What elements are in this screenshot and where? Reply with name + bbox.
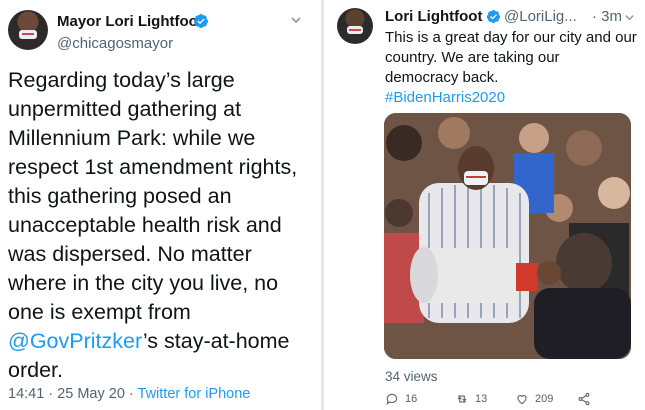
retweet-icon (457, 395, 467, 403)
author-handle[interactable]: @chicagosmayor (57, 35, 173, 52)
left-tweet: Mayor Lori Lightfoot @chicagosmayor Rega… (0, 0, 318, 410)
reply-icon (386, 393, 398, 405)
right-tweet: Lori Lightfoot @LoriLig... · 3m This is … (324, 0, 645, 410)
hashtag-link[interactable]: #BidenHarris2020 (385, 88, 637, 108)
retweet-count: 13 (475, 393, 488, 405)
share-button[interactable] (577, 392, 591, 406)
action-bar: 16 13 209 (385, 392, 635, 410)
tweet-text-part: Regarding today’s large unpermitted gath… (8, 68, 298, 324)
avatar[interactable] (8, 10, 48, 50)
view-count: 34 views (385, 369, 438, 384)
share-icon (578, 392, 590, 406)
source-link[interactable]: Twitter for iPhone (138, 386, 251, 402)
like-button[interactable]: 209 (515, 392, 553, 406)
video-thumbnail[interactable] (384, 113, 631, 359)
tweet-text-part: This is a great day for our city and our… (385, 29, 637, 86)
like-icon (517, 395, 527, 405)
tweet-text: This is a great day for our city and our… (385, 28, 637, 108)
tweet-text: Regarding today’s large unpermitted gath… (8, 66, 314, 385)
chevron-down-icon[interactable] (624, 12, 635, 23)
timestamp[interactable]: 14:41 · 25 May 20 · (8, 386, 138, 402)
author-name[interactable]: Mayor Lori Lightfoot (57, 13, 203, 30)
reply-count: 16 (405, 393, 418, 405)
tweet-metadata: 14:41 · 25 May 20 · Twitter for iPhone (8, 386, 250, 402)
chevron-down-icon[interactable] (290, 14, 302, 26)
retweet-button[interactable]: 13 (455, 392, 487, 406)
mention-link[interactable]: @GovPritzker (8, 329, 143, 353)
verified-badge-icon (193, 14, 208, 28)
verified-badge-icon (486, 9, 501, 24)
avatar[interactable] (337, 8, 373, 44)
author-handle[interactable]: @LoriLig... (504, 8, 577, 25)
author-name[interactable]: Lori Lightfoot (385, 8, 482, 25)
like-count: 209 (535, 393, 554, 405)
timestamp[interactable]: · 3m (592, 8, 622, 25)
reply-button[interactable]: 16 (385, 392, 417, 406)
crowd-photo-illustration (384, 113, 631, 359)
